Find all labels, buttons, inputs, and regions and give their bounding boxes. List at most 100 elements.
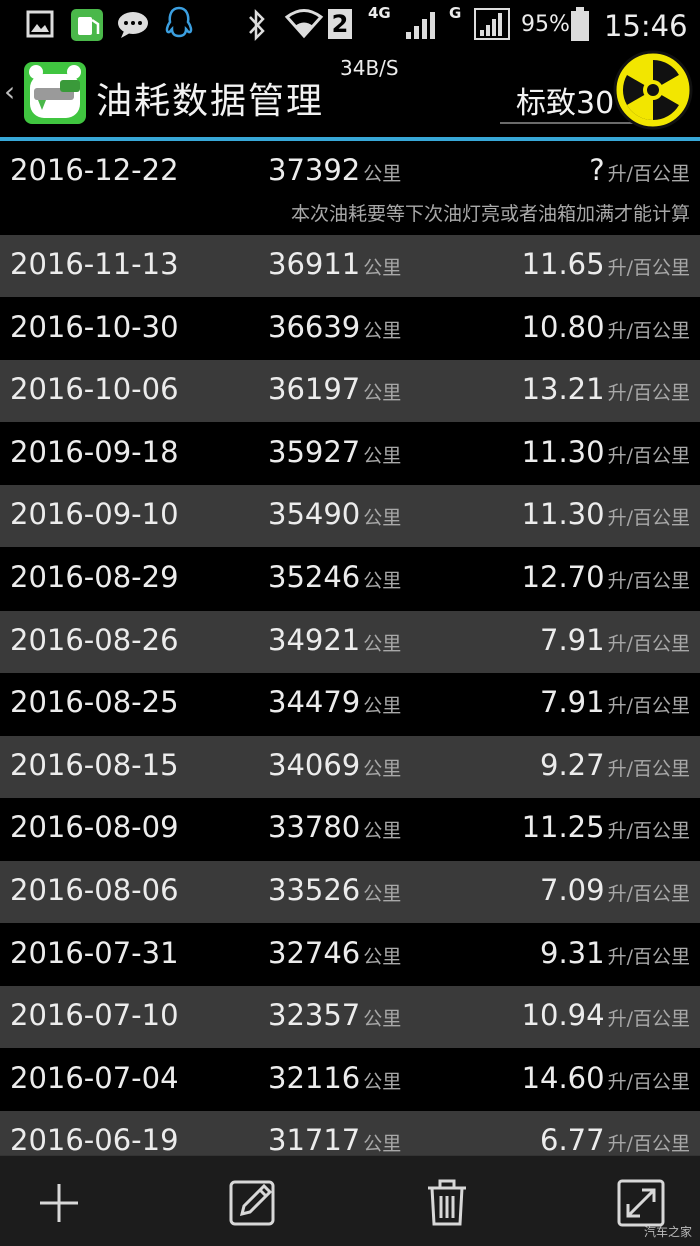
record-row[interactable]: 2016-09-18 35927 公里 11.30 升/百公里 (0, 422, 700, 485)
record-date: 2016-08-06 (10, 873, 179, 907)
odometer-value: 35490 (268, 497, 361, 532)
odometer-value: 32746 (268, 935, 361, 970)
watermark: 汽车之家 (643, 1225, 692, 1239)
consumption-value: 13.21 (521, 372, 605, 407)
record-row[interactable]: 2016-08-09 33780 公里 11.25 升/百公里 (0, 798, 700, 861)
record-date: 2016-10-06 (10, 372, 179, 407)
record-row[interactable]: 2016-09-10 35490 公里 11.30 升/百公里 (0, 485, 700, 548)
record-date: 2016-12-22 (10, 153, 179, 187)
record-row[interactable]: 2016-07-04 32116 公里 14.60 升/百公里 (0, 1048, 700, 1111)
fuel-record-list[interactable]: 2016-12-22 37392 公里 ? 升/百公里 本次油耗要等下次油灯亮或者油… (0, 141, 700, 1155)
consumption-unit: 升/百公里 (607, 632, 690, 655)
record-consumption: 13.21 升/百公里 (522, 372, 690, 406)
consumption-unit: 升/百公里 (607, 1133, 690, 1155)
odometer-value: 32116 (268, 1060, 361, 1095)
consumption-unit: 升/百公里 (607, 507, 690, 530)
pending-record-row[interactable]: 2016-12-22 37392 公里 ? 升/百公里 本次油耗要等下次油灯亮或者油… (0, 141, 700, 235)
odometer-value: 35246 (268, 560, 361, 594)
record-date: 2016-09-18 (10, 434, 179, 469)
distance-unit: 公里 (363, 163, 402, 185)
clock: 15:46 (604, 9, 688, 43)
record-row[interactable]: 2016-07-31 32746 公里 9.31 升/百公里 (0, 923, 700, 986)
record-date: 2016-11-13 (10, 247, 179, 281)
back-chevron-icon[interactable]: ‹ (4, 78, 15, 106)
record-row[interactable]: 2016-10-30 36639 公里 10.80 升/百公里 (0, 297, 700, 360)
consumption-unit: 升/百公里 (607, 945, 690, 968)
odometer-value: 34069 (268, 747, 361, 782)
odometer-value: 36639 (268, 309, 361, 344)
record-date: 2016-08-25 (10, 685, 179, 720)
record-row[interactable]: 2016-08-25 34479 公里 7.91 升/百公里 (0, 673, 700, 736)
consumption-value: 9.27 (540, 747, 605, 782)
record-consumption: 9.27 升/百公里 (540, 748, 690, 782)
record-date: 2016-08-09 (10, 810, 179, 845)
record-consumption: 14.60 升/百公里 (522, 1061, 690, 1095)
car-selector-label: 标致30 (516, 86, 615, 121)
app-logo-icon[interactable] (24, 62, 86, 124)
status-bar: 2 4G G 95% 15:46 (0, 0, 700, 73)
record-consumption: 7.91 升/百公里 (540, 685, 690, 719)
record-consumption: 9.31 升/百公里 (540, 936, 690, 970)
record-date: 2016-07-31 (10, 935, 179, 970)
consumption-unit: 升/百公里 (607, 570, 690, 592)
record-consumption: 6.77 升/百公里 (540, 1123, 690, 1155)
record-odometer: 34479 公里 (268, 685, 401, 719)
consumption-value: 10.94 (521, 998, 605, 1033)
distance-unit: 公里 (363, 570, 402, 592)
record-odometer: 35246 公里 (268, 560, 401, 594)
record-odometer: 33526 公里 (268, 873, 401, 907)
radiation-icon[interactable] (613, 50, 693, 130)
record-date: 2016-09-10 (10, 497, 179, 532)
odometer-value: 36197 (268, 372, 361, 407)
odometer-value: 31717 (268, 1123, 361, 1155)
distance-unit: 公里 (363, 444, 402, 467)
distance-unit: 公里 (363, 883, 402, 905)
consumption-value: 7.91 (540, 685, 605, 720)
consumption-value: 11.65 (521, 247, 605, 281)
distance-unit: 公里 (363, 382, 402, 405)
record-consumption: 7.91 升/百公里 (540, 623, 690, 657)
record-row[interactable]: 2016-08-15 34069 公里 9.27 升/百公里 (0, 735, 700, 798)
distance-unit: 公里 (363, 820, 402, 843)
distance-unit: 公里 (363, 1008, 402, 1031)
odometer-value: 36911 (268, 247, 361, 281)
record-row[interactable]: 2016-11-13 36911 公里 11.65 升/百公里 (0, 235, 700, 297)
battery-icon (571, 7, 589, 41)
plus-icon[interactable] (32, 1176, 86, 1230)
record-row[interactable]: 2016-08-29 35246 公里 12.70 升/百公里 (0, 548, 700, 610)
record-odometer: 36197 公里 (268, 372, 401, 406)
record-row[interactable]: 2016-08-06 33526 公里 7.09 升/百公里 (0, 861, 700, 923)
record-row[interactable]: 2016-10-06 36197 公里 13.21 升/百公里 (0, 360, 700, 423)
record-consumption: 11.25 升/百公里 (522, 810, 690, 844)
record-date: 2016-07-04 (10, 1060, 179, 1095)
record-consumption: 7.09 升/百公里 (540, 873, 690, 907)
distance-unit: 公里 (363, 1133, 402, 1155)
odometer-value: 37392 (268, 153, 361, 187)
record-odometer: 32746 公里 (268, 936, 401, 970)
distance-unit: 公里 (363, 695, 402, 718)
record-date: 2016-10-30 (10, 309, 179, 344)
consumption-value: 7.09 (540, 873, 605, 907)
record-odometer: 31717 公里 (268, 1123, 401, 1155)
net-speed: 34B/S (340, 56, 399, 80)
record-row[interactable]: 2016-06-19 31717 公里 6.77 升/百公里 (0, 1111, 700, 1155)
consumption-unit: 升/百公里 (607, 444, 690, 467)
distance-unit: 公里 (363, 507, 402, 530)
record-row[interactable]: 2016-07-10 32357 公里 10.94 升/百公里 (0, 986, 700, 1049)
record-consumption: 11.30 升/百公里 (522, 497, 690, 531)
expand-icon[interactable] (614, 1176, 668, 1230)
record-consumption: 11.30 升/百公里 (522, 435, 690, 469)
odometer-value: 32357 (268, 998, 361, 1033)
record-date: 2016-08-26 (10, 622, 179, 657)
record-odometer: 36911 公里 (268, 247, 401, 281)
sim-slot-badge: 2 (328, 9, 352, 39)
pending-note: 本次油耗要等下次油灯亮或者油箱加满才能计算 (290, 203, 690, 225)
edit-icon[interactable] (226, 1176, 280, 1230)
distance-unit: 公里 (363, 257, 402, 279)
trash-icon[interactable] (420, 1176, 474, 1230)
record-row[interactable]: 2016-08-26 34921 公里 7.91 升/百公里 (0, 610, 700, 673)
record-odometer: 35927 公里 (268, 435, 401, 469)
record-date: 2016-07-10 (10, 998, 179, 1033)
record-odometer: 34921 公里 (268, 623, 401, 657)
record-odometer: 32357 公里 (268, 998, 401, 1032)
